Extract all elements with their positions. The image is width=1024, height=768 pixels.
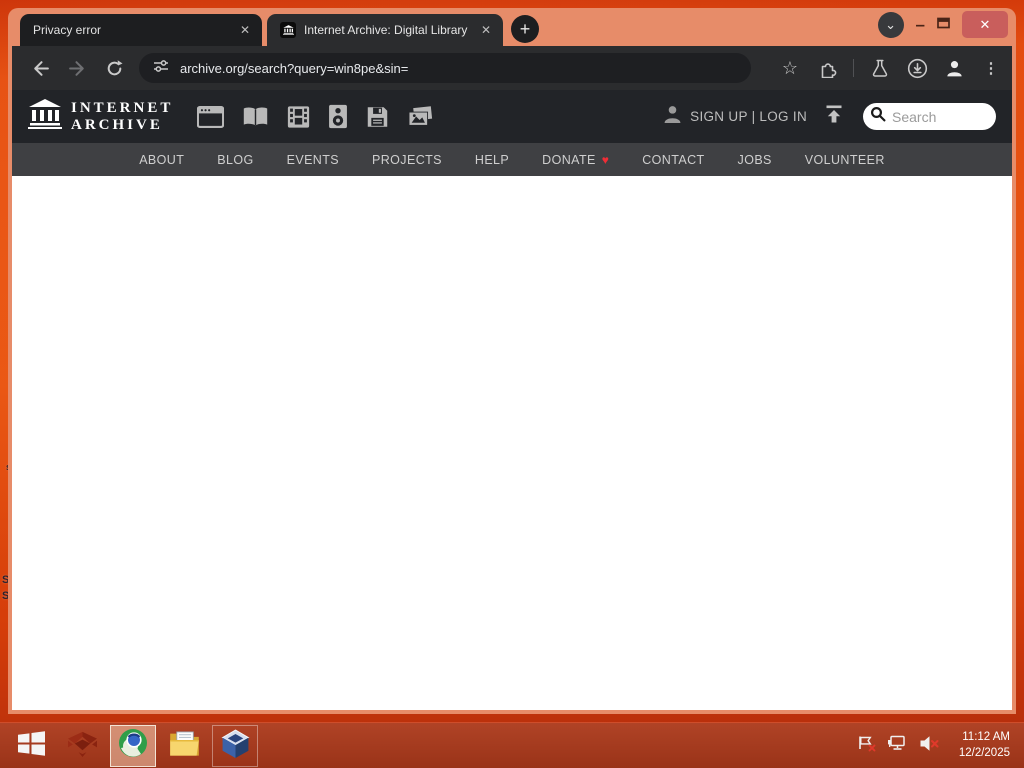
downloads-icon[interactable] xyxy=(906,57,928,79)
nav-label: ABOUT xyxy=(139,152,185,167)
maximize-button[interactable] xyxy=(937,16,950,34)
forward-icon[interactable] xyxy=(65,56,89,80)
nav-blog[interactable]: BLOG xyxy=(217,153,253,167)
red-box-app-button[interactable] xyxy=(59,725,105,767)
upload-icon[interactable] xyxy=(823,104,845,129)
nav-volunteer[interactable]: VOLUNTEER xyxy=(805,153,885,167)
taskbar: 11:12 AM 12/2/2025 xyxy=(0,722,1024,768)
software-icon[interactable] xyxy=(366,105,389,129)
file-explorer-icon xyxy=(168,730,201,762)
images-icon[interactable] xyxy=(407,105,434,128)
toolbar-right-icons: ☆ ⋮ xyxy=(779,57,1002,79)
video-icon[interactable] xyxy=(287,105,310,129)
wordmark-line2: ARCHIVE xyxy=(71,116,163,133)
file-explorer-button[interactable] xyxy=(161,725,207,767)
blank-page-body xyxy=(12,176,1012,710)
start-button[interactable] xyxy=(8,725,54,767)
virtualbox-icon xyxy=(220,728,251,764)
system-tray: 11:12 AM 12/2/2025 xyxy=(857,730,1016,761)
minimize-button[interactable]: – xyxy=(916,16,925,33)
windows-logo-icon xyxy=(17,730,45,762)
new-tab-button[interactable]: + xyxy=(511,15,539,43)
url-text: archive.org/search?query=win8pe&sin= xyxy=(180,60,409,76)
tab-internet-archive[interactable]: Internet Archive: Digital Library ✕ xyxy=(267,14,503,46)
tab-title: Privacy error xyxy=(33,23,102,37)
extensions-icon[interactable] xyxy=(816,57,838,79)
browser-toolbar: archive.org/search?query=win8pe&sin= ☆ ⋮ xyxy=(12,46,1012,90)
address-bar[interactable]: archive.org/search?query=win8pe&sin= xyxy=(139,53,751,83)
nav-donate[interactable]: DONATE ♥ xyxy=(542,153,609,167)
volume-muted-icon[interactable] xyxy=(919,735,940,757)
tab-title: Internet Archive: Digital Library xyxy=(304,23,468,37)
reload-icon[interactable] xyxy=(102,56,126,80)
page-content: INTERNET ARCHIVE SIGN UP | LOG IN Search… xyxy=(12,90,1012,710)
tab-close-icon[interactable]: ✕ xyxy=(477,21,495,39)
media-type-icons xyxy=(197,104,434,129)
nav-label: CONTACT xyxy=(642,152,705,167)
wordmark-line1: INTERNET xyxy=(71,100,174,117)
donate-heart-icon: ♥ xyxy=(601,152,610,167)
web-icon[interactable] xyxy=(197,105,225,128)
taskbar-clock[interactable]: 11:12 AM 12/2/2025 xyxy=(959,730,1010,761)
profile-icon[interactable] xyxy=(943,57,965,79)
tab-privacy-error[interactable]: Privacy error ✕ xyxy=(20,14,262,46)
nav-help[interactable]: HELP xyxy=(475,153,509,167)
nav-about[interactable]: ABOUT xyxy=(139,153,184,167)
tab-strip: Privacy error ✕ Internet Archive: Digita… xyxy=(12,8,1012,46)
site-nav: ABOUT BLOG EVENTS PROJECTS HELP DONATE ♥ … xyxy=(12,143,1012,176)
search-icon xyxy=(870,106,886,127)
close-button[interactable]: ✕ xyxy=(962,11,1008,38)
browser-window: Privacy error ✕ Internet Archive: Digita… xyxy=(8,8,1016,714)
nav-label: JOBS xyxy=(737,152,772,167)
toolbar-divider xyxy=(853,59,854,77)
site-search-box[interactable] xyxy=(863,103,996,130)
nav-contact[interactable]: CONTACT xyxy=(642,153,704,167)
nav-label: VOLUNTEER xyxy=(804,152,885,167)
browser-app-icon xyxy=(117,727,149,764)
nav-label: DONATE xyxy=(542,152,596,167)
signup-login-link[interactable]: SIGN UP | LOG IN xyxy=(690,109,807,124)
nav-label: BLOG xyxy=(217,152,254,167)
internet-archive-favicon xyxy=(280,22,296,38)
bookmark-star-icon[interactable]: ☆ xyxy=(779,57,801,79)
site-info-icon[interactable] xyxy=(153,58,169,79)
nav-jobs[interactable]: JOBS xyxy=(738,153,772,167)
tab-search-button[interactable]: ⌄ xyxy=(877,11,904,38)
action-center-flag-icon[interactable] xyxy=(857,735,876,757)
audio-icon[interactable] xyxy=(328,104,348,129)
back-icon[interactable] xyxy=(28,56,52,80)
tab-close-icon[interactable]: ✕ xyxy=(236,21,254,39)
browser-app-button[interactable] xyxy=(110,724,156,767)
internet-archive-logo-icon[interactable] xyxy=(28,99,62,134)
auth-area: SIGN UP | LOG IN xyxy=(663,103,996,130)
internet-archive-header: INTERNET ARCHIVE SIGN UP | LOG IN Search xyxy=(12,90,1012,143)
network-icon[interactable] xyxy=(887,735,908,757)
labs-flask-icon[interactable] xyxy=(869,57,891,79)
clock-time: 11:12 AM xyxy=(962,730,1010,743)
nav-label: HELP xyxy=(474,152,510,167)
clock-date: 12/2/2025 xyxy=(958,746,1010,759)
internet-archive-wordmark[interactable]: INTERNET ARCHIVE xyxy=(71,100,173,132)
menu-kebab-icon[interactable]: ⋮ xyxy=(980,57,1002,79)
search-input[interactable] xyxy=(892,108,988,125)
window-controls: ⌄ – ✕ xyxy=(877,11,1010,38)
nav-label: PROJECTS xyxy=(372,152,442,167)
user-icon xyxy=(663,105,682,128)
nav-label: EVENTS xyxy=(286,152,340,167)
virtualbox-button[interactable] xyxy=(212,724,258,767)
red-box-app-icon xyxy=(66,729,99,763)
texts-icon[interactable] xyxy=(242,106,269,128)
nav-events[interactable]: EVENTS xyxy=(287,153,339,167)
nav-projects[interactable]: PROJECTS xyxy=(372,153,442,167)
